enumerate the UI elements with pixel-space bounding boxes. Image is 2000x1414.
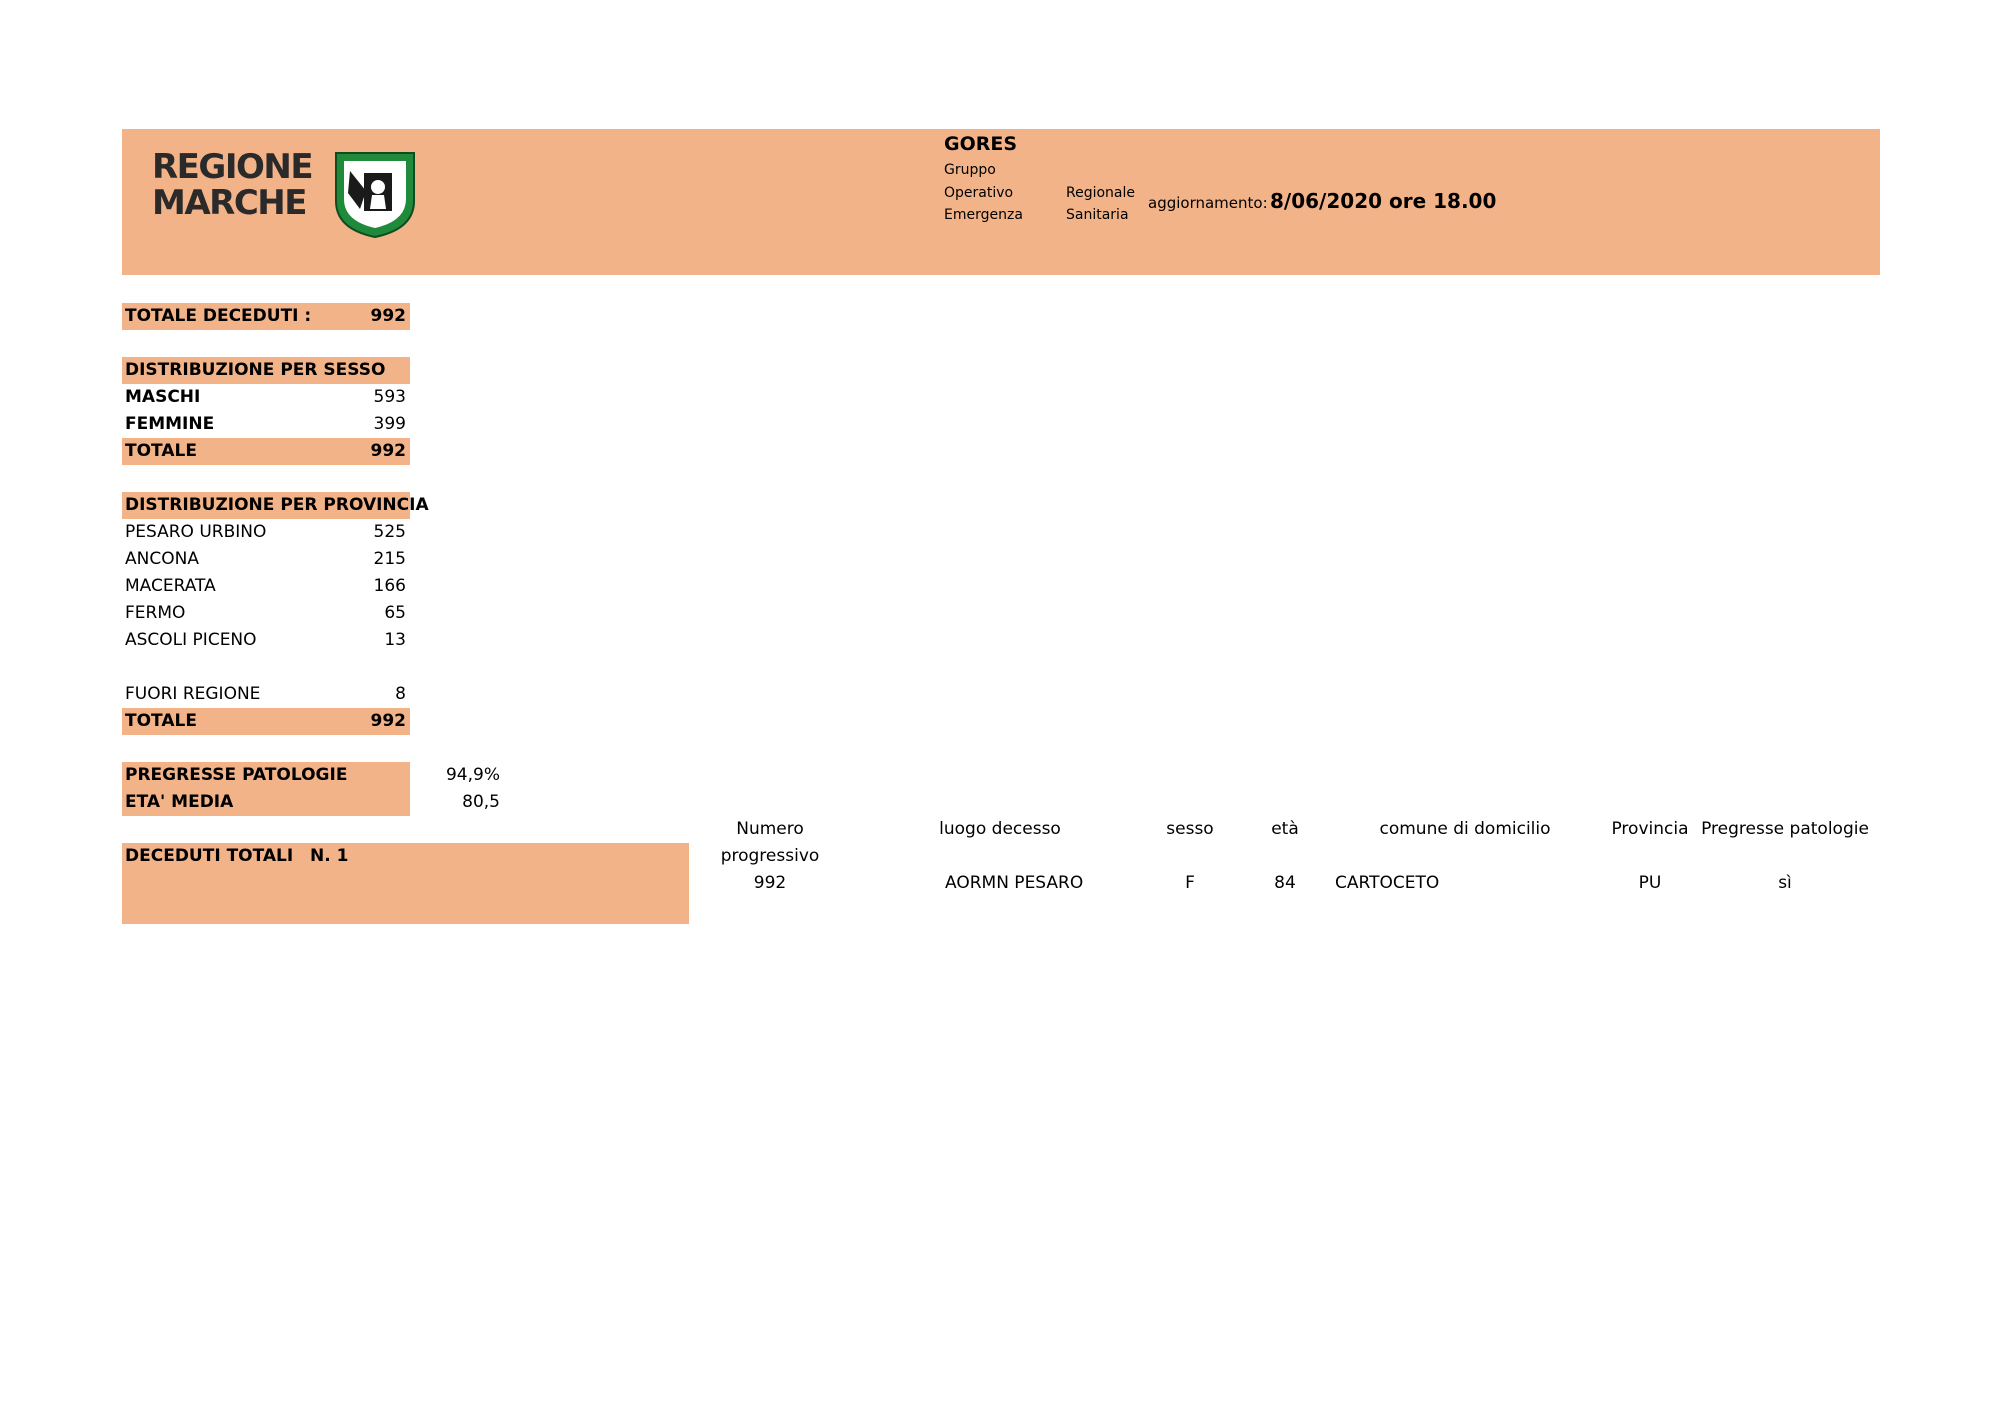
sub-gruppo: Gruppo [944,162,996,178]
gores-title: GORES [944,133,1018,155]
col-header-sesso: sesso [1166,819,1214,839]
sub-regionale: Regionale [1066,185,1136,201]
fuori-regione-label: FUORI REGIONE [125,684,261,704]
col-header-provincia: Provincia [1611,819,1689,839]
sesso-title: DISTRIBUZIONE PER SESSO [125,360,386,380]
sub-operativo: Operativo [944,185,1014,201]
provincia-row-label: PESARO URBINO [125,522,267,542]
provincia-total-value: 992 [370,711,407,731]
table-cell-numero: 992 [753,873,787,893]
sesso-row-value: 593 [373,387,406,407]
col-header-comune: comune di domicilio [1379,819,1551,839]
table-cell-comune: CARTOCETO [1335,873,1440,893]
eta-media-label: ETA' MEDIA [125,792,234,812]
table-cell-provincia: PU [1638,873,1662,893]
provincia-title: DISTRIBUZIONE PER PROVINCIA [125,495,429,515]
deceduti-totali-value: N. 1 [310,846,349,866]
table-cell-luogo: AORMN PESARO [945,873,1084,893]
sub-emergenza: Emergenza [944,207,1023,223]
sub-sanitaria: Sanitaria [1066,207,1129,223]
col-header-luogo: luogo decesso [939,819,1061,839]
table-cell-sesso: F [1185,873,1195,893]
provincia-row-label: ANCONA [125,549,199,569]
logo-line-2: MARCHE [152,183,307,223]
provincia-row-label: FERMO [125,603,186,623]
patologie-label: PREGRESSE PATOLOGIE [125,765,348,785]
update-label: aggiornamento: [1148,194,1268,212]
provincia-row-value: 525 [373,522,406,542]
provincia-row-value: 13 [384,630,406,650]
deceduti-totali-label: DECEDUTI TOTALI [125,846,294,866]
provincia-row-label: MACERATA [125,576,216,596]
table-cell-eta: 84 [1274,873,1296,893]
col-header-numero: Numero [736,819,804,839]
sesso-row-value: 399 [373,414,406,434]
col-header-eta: età [1271,819,1299,839]
sesso-row-label: FEMMINE [125,414,215,434]
provincia-row-label: ASCOLI PICENO [125,630,257,650]
col-header-patologie: Pregresse patologie [1701,819,1869,839]
provincia-row-value: 215 [373,549,406,569]
patologie-value: 94,9% [445,765,500,785]
totale-deceduti-value: 992 [370,306,407,326]
logo-line-1: REGIONE [152,147,314,187]
provincia-row-value: 166 [373,576,406,596]
provincia-total-label: TOTALE [125,711,197,731]
fuori-regione-value: 8 [395,684,406,704]
provincia-row-value: 65 [384,603,406,623]
sesso-total-label: TOTALE [125,441,197,461]
sesso-total-value: 992 [370,441,407,461]
col-header-progressivo: progressivo [720,846,820,866]
update-value: 8/06/2020 ore 18.00 [1270,189,1497,213]
table-cell-patologie: sì [1778,873,1792,893]
eta-media-value: 80,5 [462,792,500,812]
totale-deceduti-label: TOTALE DECEDUTI : [125,306,312,326]
sesso-row-label: MASCHI [125,387,201,407]
regional-shield-icon [335,152,415,239]
regione-marche-logo: REGIONE MARCHE [152,147,314,223]
